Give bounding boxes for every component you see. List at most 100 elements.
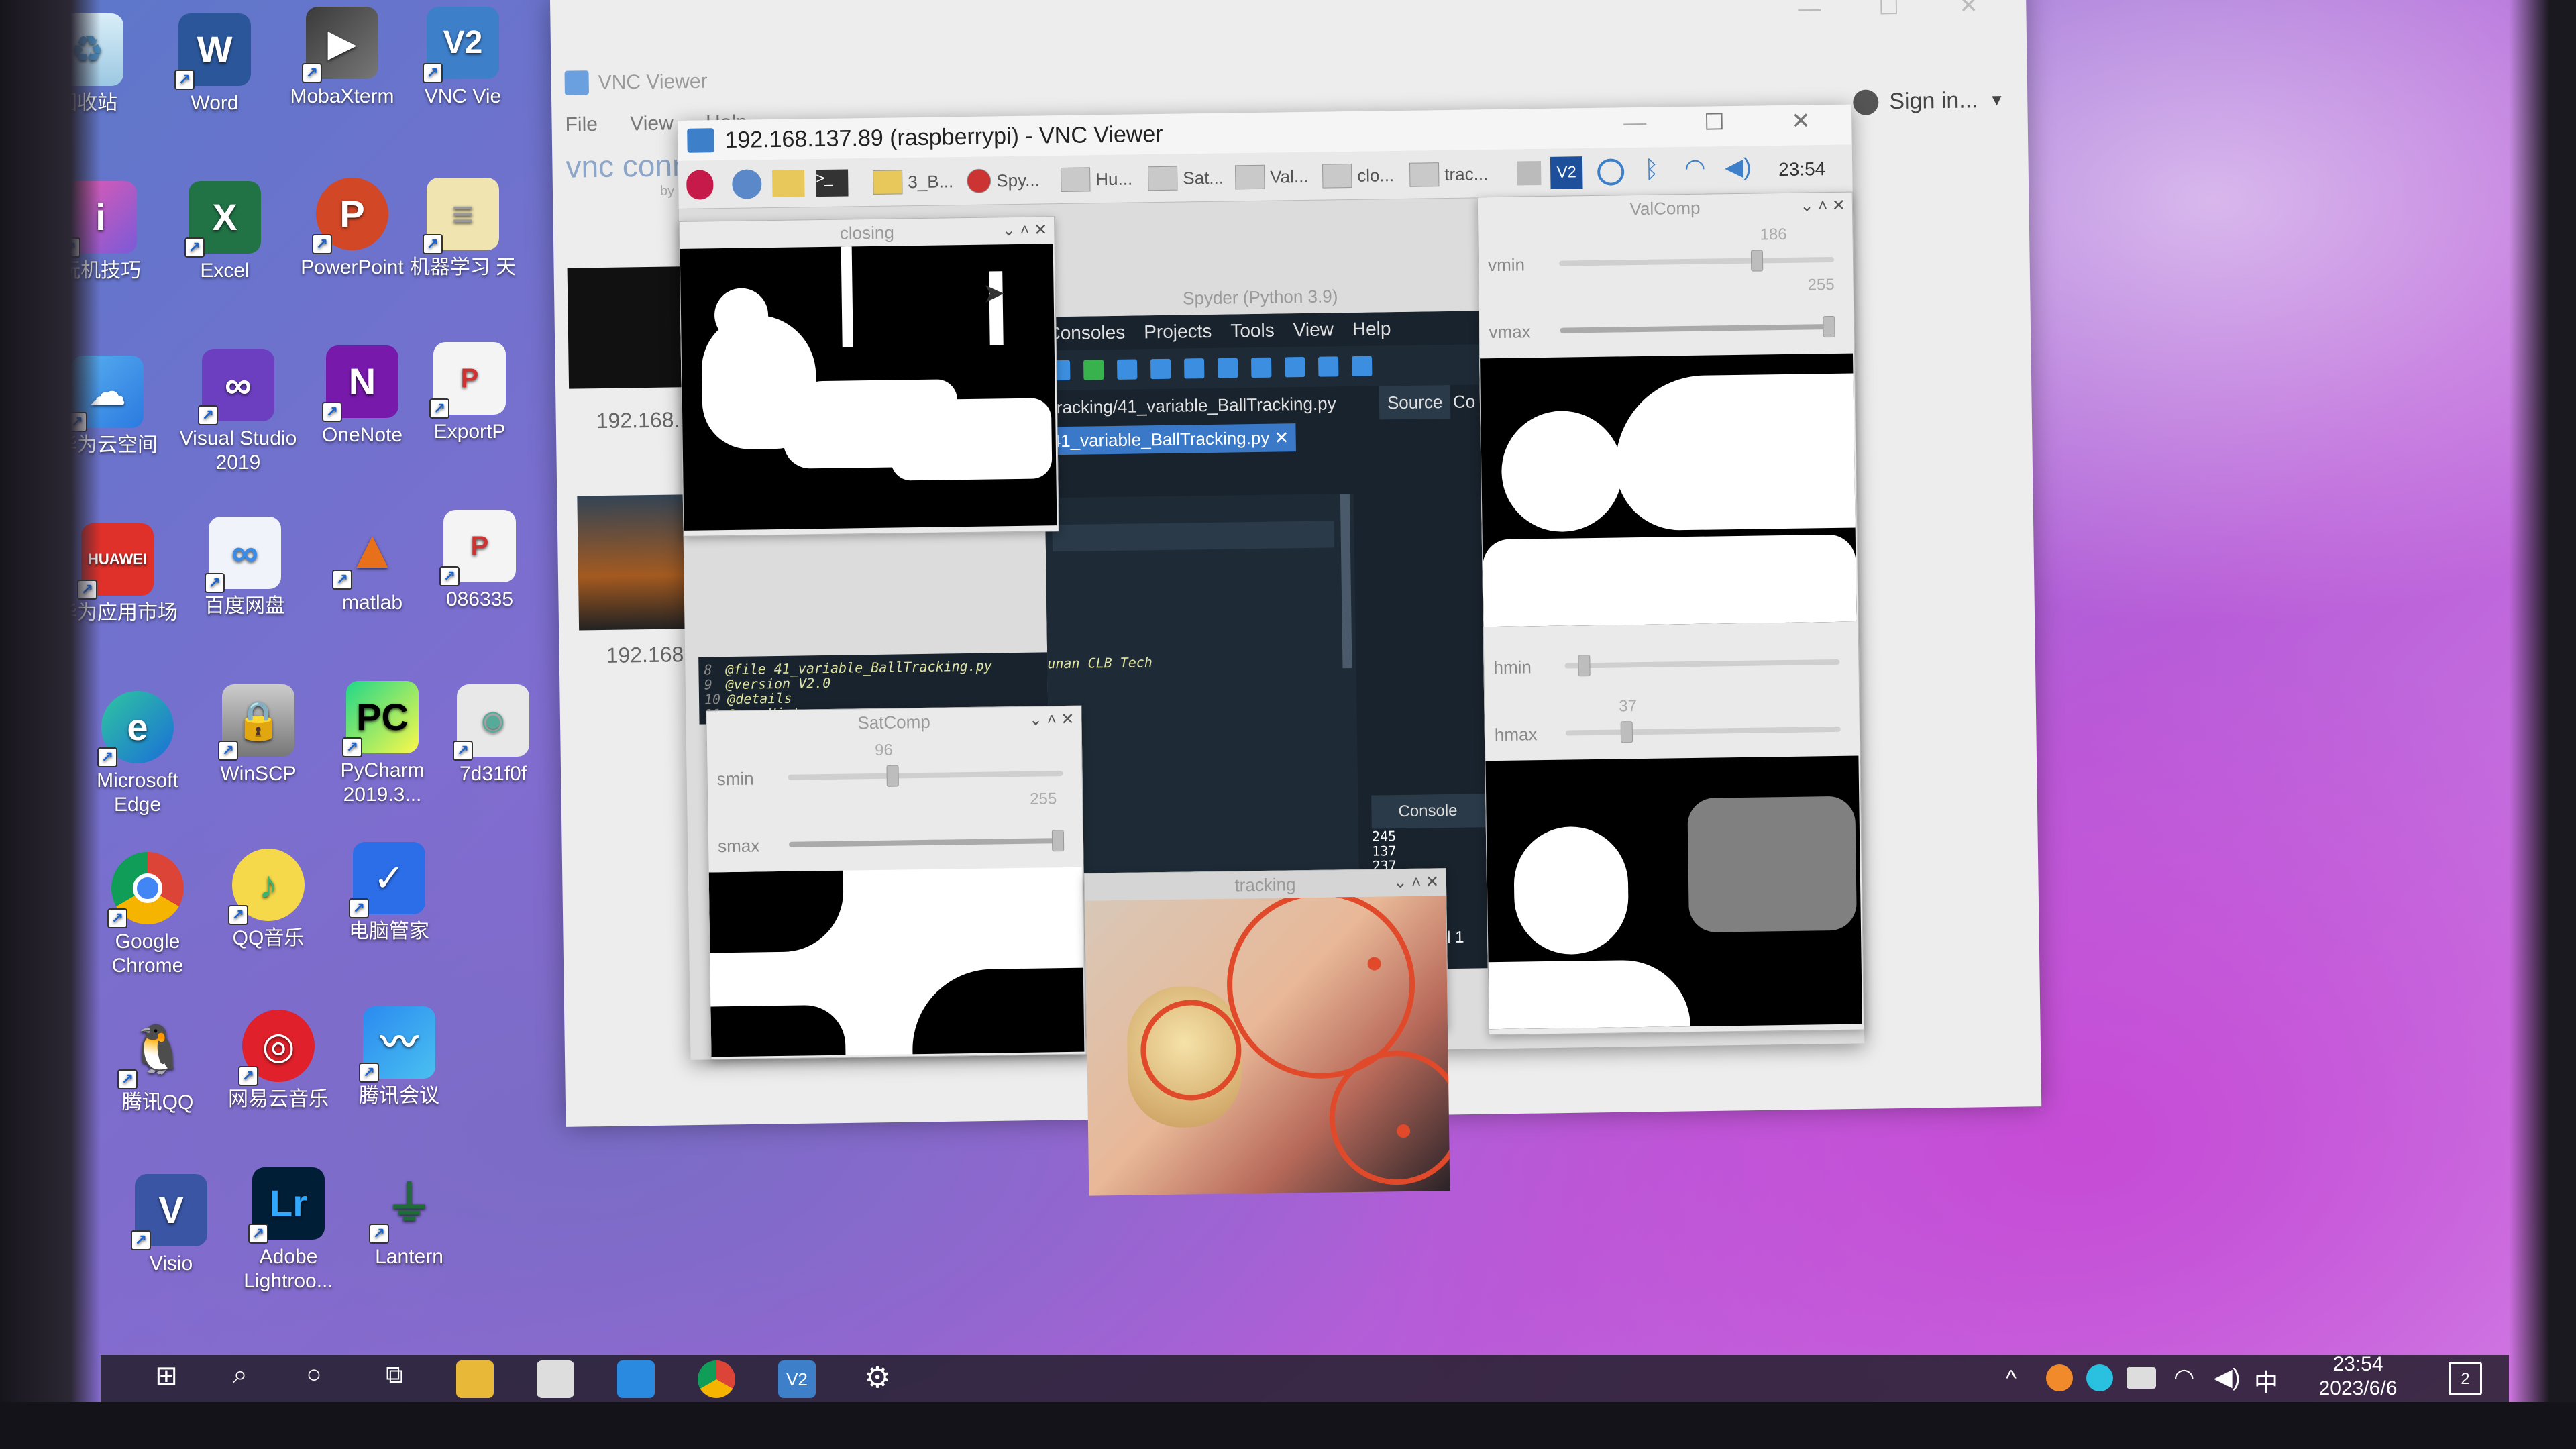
window-controls[interactable]: ⌄ ˄ ✕ (1800, 193, 1845, 220)
tray-app-icon[interactable] (2086, 1364, 2113, 1391)
menu-consoles[interactable]: Consoles (1046, 322, 1125, 345)
rerun-icon[interactable] (1083, 360, 1104, 380)
panel-task-tracking[interactable]: trac... (1409, 159, 1489, 190)
desktop-icon-pc-manager[interactable]: ✓ ↗ 电脑管家 (322, 842, 456, 944)
panel-task-3b[interactable]: 3_B... (873, 166, 954, 197)
menu-file[interactable]: File (565, 113, 598, 136)
mail-icon[interactable] (617, 1360, 655, 1398)
chrome-icon[interactable] (698, 1360, 735, 1398)
trackbar-knob[interactable] (1051, 830, 1065, 852)
desktop-icon-visio[interactable]: V ↗ Visio (104, 1174, 238, 1276)
maximize-icon[interactable]: ☐ (1704, 109, 1725, 136)
close-icon[interactable]: ✕ (1791, 107, 1811, 134)
desktop-icon-exportp[interactable]: P ↗ ExportP (416, 342, 523, 444)
desktop-icon-qq[interactable]: 🐧 ↗ 腾讯QQ (91, 1013, 225, 1115)
volume-icon[interactable]: ◀) (1725, 153, 1752, 182)
wifi-icon[interactable]: ◠ (2174, 1363, 2194, 1391)
task-view-icon[interactable]: ⧉ (376, 1360, 413, 1398)
desktop-icon-vnc-viewer[interactable]: V2 ↗ VNC Vie (396, 7, 530, 109)
search-icon[interactable]: ⌕ (221, 1360, 259, 1398)
panel-task-closing[interactable]: clo... (1322, 160, 1395, 191)
battery-icon[interactable] (2127, 1367, 2156, 1389)
globe-icon[interactable] (732, 169, 762, 199)
trackbar-knob[interactable] (1823, 315, 1835, 338)
desktop-icon-excel[interactable]: X ↗ Excel (158, 181, 292, 283)
store-icon[interactable] (537, 1360, 574, 1398)
menu-view[interactable]: View (1293, 319, 1334, 341)
vnc-viewer-icon[interactable]: V2 (778, 1360, 816, 1398)
desktop-icon-baidu-netdisk[interactable]: ∞ ↗ 百度网盘 (178, 517, 312, 619)
trackbar-track[interactable] (1565, 726, 1841, 736)
menu-view[interactable]: View (630, 112, 674, 135)
window-controls[interactable]: ⌄ ˄ ✕ (1393, 869, 1439, 896)
panel-task-spyder[interactable]: Spy... (967, 165, 1040, 196)
wifi-icon[interactable]: ◠ (1684, 154, 1706, 182)
raspberry-icon[interactable] (686, 170, 714, 200)
desktop-icon-chrome[interactable]: ↗ Google Chrome (80, 852, 215, 978)
bluetooth-icon[interactable]: ᛒ (1644, 156, 1659, 184)
panel-task-sat[interactable]: Sat... (1148, 163, 1224, 194)
desktop-icon-lightroom[interactable]: Lr ↗ Adobe Lightroo... (221, 1167, 356, 1293)
run-cell-icon[interactable] (1117, 359, 1138, 380)
desktop-icon-winscp[interactable]: 🔒 ↗ WinSCP (191, 684, 325, 786)
taskbar-clock[interactable]: 23:54 2023/6/6 (2294, 1352, 2422, 1401)
co-tab[interactable]: Co (1453, 384, 1476, 418)
trackbar-track[interactable] (1559, 256, 1835, 266)
menu-tools[interactable]: Tools (1230, 320, 1275, 342)
maximize-pane-icon[interactable] (1318, 356, 1339, 377)
trackbar-knob[interactable] (886, 765, 900, 787)
desktop-icon-tencent-meeting[interactable]: 〰 ↗ 腾讯会议 (332, 1006, 466, 1108)
panel-task-val[interactable]: Val... (1235, 162, 1309, 193)
window-controls[interactable]: ⌄ ˄ ✕ (1002, 217, 1048, 244)
trackbar-knob[interactable] (1620, 721, 1633, 743)
source-tab[interactable]: Source (1379, 384, 1451, 420)
fullscreen-icon[interactable] (1351, 356, 1373, 376)
window-controls[interactable]: ⌄ ˄ ✕ (1029, 706, 1075, 734)
desktop-icon-powerpoint[interactable]: P ↗ PowerPoint (285, 178, 419, 280)
editor-scrollbar[interactable] (1340, 494, 1352, 669)
desktop-icon-pycharm[interactable]: PC ↗ PyCharm 2019.3... (315, 681, 449, 807)
step-icon[interactable] (1184, 358, 1205, 379)
desktop-icon-word[interactable]: W ↗ Word (148, 13, 282, 115)
start-windows-icon[interactable]: ⊞ (148, 1360, 185, 1398)
volume-icon[interactable]: ◀) (2214, 1363, 2241, 1391)
sign-in-button[interactable]: Sign in... ▼ (1853, 87, 2005, 115)
stop-icon[interactable] (1285, 356, 1305, 378)
close-icon[interactable]: ✕ (1274, 427, 1289, 447)
trackbar-track[interactable] (1560, 323, 1835, 333)
debug-icon[interactable] (1150, 358, 1171, 380)
trackbar-track[interactable] (1564, 659, 1840, 669)
desktop-icon-086335[interactable]: P ↗ 086335 (429, 510, 530, 612)
desktop-icon-mobaxterm[interactable]: ▶ ↗ MobaXterm (275, 7, 409, 109)
trackbar-knob[interactable] (1750, 250, 1764, 272)
desktop-icon-netease-music[interactable]: ◎ ↗ 网易云音乐 (211, 1010, 345, 1112)
minimize-icon[interactable]: — (1798, 0, 1821, 22)
notification-center-icon[interactable]: 2 (2449, 1362, 2482, 1395)
menu-help[interactable]: Help (1352, 318, 1391, 340)
file-explorer-icon[interactable] (456, 1360, 494, 1398)
maximize-icon[interactable]: ☐ (1878, 0, 1899, 20)
settings-gear-icon[interactable]: ⚙ (859, 1360, 896, 1398)
desktop-icon-visual-studio[interactable]: ∞ ↗ Visual Studio 2019 (171, 349, 305, 475)
download-icon[interactable] (1597, 158, 1625, 186)
input-method-indicator[interactable]: 中 (2254, 1363, 2278, 1398)
trackbar-track[interactable] (788, 771, 1063, 780)
desktop-icon-qqmusic[interactable]: ♪ ↗ QQ音乐 (201, 849, 335, 951)
connection-label[interactable]: 192.168.1 (596, 407, 692, 433)
desktop-icon-onenote[interactable]: N ↗ OneNote (295, 345, 429, 447)
close-icon[interactable]: ✕ (1959, 0, 1978, 19)
desktop-icon-ml-folder[interactable]: ≡ ↗ 机器学习 天 (409, 178, 517, 280)
desktop-icon-7d31f0f[interactable]: ◉ ↗ 7d31f0f (443, 684, 543, 786)
desktop-icon-lantern[interactable]: ⏚ ↗ Lantern (342, 1167, 476, 1269)
editor-tab-active[interactable]: 41_variable_BallTracking.py ✕ (1044, 423, 1296, 455)
tray-app-icon[interactable] (2046, 1364, 2073, 1391)
menu-projects[interactable]: Projects (1144, 321, 1212, 343)
folder-icon[interactable] (772, 170, 805, 198)
vnc-server-icon[interactable]: V2 (1550, 156, 1583, 189)
trackbar-track[interactable] (789, 838, 1065, 847)
terminal-icon[interactable]: >_ (816, 169, 849, 197)
console-tab[interactable]: Console (1371, 794, 1486, 829)
minimize-icon[interactable]: — (1623, 110, 1647, 136)
chevron-up-icon[interactable]: ^ (2006, 1366, 2017, 1392)
panel-task-hue[interactable]: Hu... (1061, 164, 1133, 195)
